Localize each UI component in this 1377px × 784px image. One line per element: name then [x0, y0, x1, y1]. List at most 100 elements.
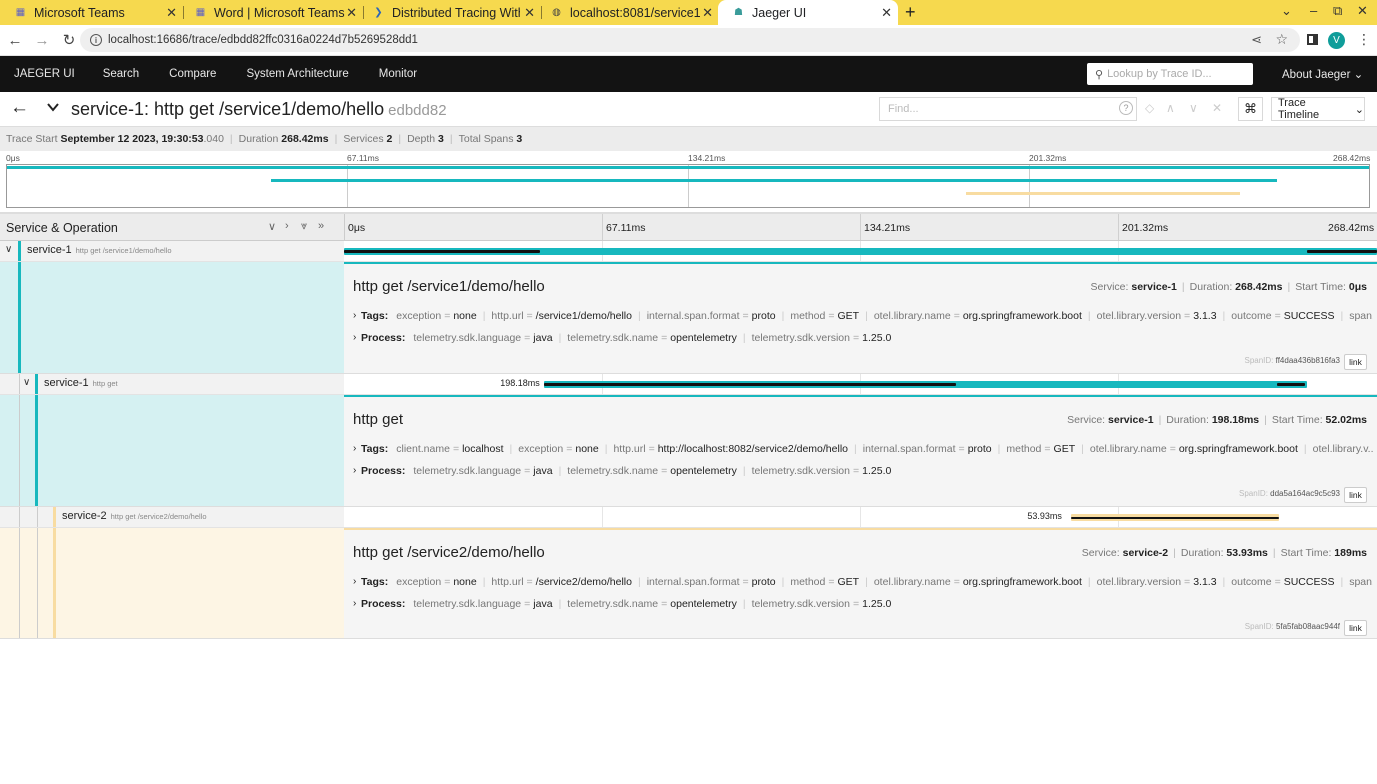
span-row[interactable]: ∨ service-1 http get /service1/demo/hello [0, 241, 1377, 262]
back-arrow-icon[interactable]: ← [3, 32, 27, 49]
side-panel-icon[interactable] [1307, 34, 1318, 45]
trace-id-lookup-input[interactable]: ⚲ Lookup by Trace ID... [1087, 63, 1253, 85]
close-icon[interactable]: ✕ [881, 5, 892, 21]
nav-monitor[interactable]: Monitor [379, 68, 417, 80]
expand-all-icon[interactable]: » [318, 220, 324, 232]
close-icon[interactable]: ✕ [702, 5, 713, 21]
meta-label: Duration: [1189, 281, 1233, 293]
browser-tab-localhost[interactable]: ◍ localhost:8081/service1/d ✕ [536, 0, 719, 25]
link-button[interactable]: link [1344, 354, 1367, 370]
tags-row[interactable]: › Tags: client.name = localhost | exception = no… [353, 443, 1373, 455]
new-tab-icon[interactable]: + [905, 2, 916, 23]
kv-equals: = [742, 576, 749, 588]
chevron-right-icon[interactable]: › [353, 310, 356, 321]
span-name-cell[interactable]: ∨ service-1 http get /service1/demo/hello [0, 241, 344, 261]
kv-equals: = [958, 443, 965, 455]
restore-icon[interactable]: ⧉ [1333, 3, 1342, 19]
info-icon[interactable]: i [90, 34, 102, 46]
chevron-up-icon[interactable]: ∧ [1166, 101, 1175, 115]
span-bar-cell[interactable] [344, 241, 1377, 261]
share-icon[interactable]: ⋖ [1251, 32, 1262, 48]
avatar[interactable]: V [1328, 32, 1345, 49]
forward-arrow-icon[interactable]: → [30, 32, 54, 49]
close-icon[interactable]: ✕ [166, 5, 177, 21]
span-detail-gutter [0, 262, 344, 373]
locate-icon[interactable]: ◇ [1145, 101, 1154, 115]
span-name-cell[interactable]: ∨ service-1 http get [0, 374, 344, 394]
chevron-down-icon[interactable]: ⌄ [1281, 3, 1292, 19]
link-button[interactable]: link [1344, 620, 1367, 636]
kv-equals: = [853, 465, 860, 477]
clear-icon[interactable]: ✕ [1212, 101, 1222, 115]
back-arrow-icon[interactable]: ← [10, 97, 29, 119]
kv-section-label: Tags: [361, 310, 389, 322]
star-icon[interactable]: ☆ [1275, 31, 1288, 48]
collapse-all-icon[interactable]: ⩔ [301, 220, 307, 233]
address-bar: ← → ↻ i localhost:16686/trace/edbdd82ffc… [0, 25, 1377, 56]
span-row[interactable]: ∨ service-1 http get 198.18ms [0, 374, 1377, 395]
trace-total-spans: Total Spans 3 [459, 133, 523, 145]
process-row[interactable]: › Process: telemetry.sdk.language = java | tel… [353, 332, 1373, 344]
kv-equals: = [853, 332, 860, 344]
tags-row[interactable]: › Tags: exception = none | http.url =/service1/… [353, 310, 1373, 322]
trace-title: service-1: http get /service1/demo/hello… [71, 99, 447, 120]
nav-compare[interactable]: Compare [169, 68, 216, 80]
column-divider[interactable] [344, 214, 345, 240]
span-self-time-line [544, 383, 957, 386]
close-icon[interactable]: ✕ [346, 5, 357, 21]
minimap-viewport[interactable] [6, 164, 1370, 208]
span-bar-cell[interactable]: 53.93ms [344, 507, 1377, 527]
about-jaeger-menu[interactable]: About Jaeger ⌄ [1282, 67, 1363, 81]
span-detail-meta: Service: service-1 | Duration: 198.18ms | St… [1067, 414, 1367, 426]
meta-value: 198.18ms [1211, 414, 1260, 426]
help-icon[interactable]: ? [1119, 101, 1133, 115]
brand-link[interactable]: JAEGER UI [14, 68, 75, 80]
browser-tab-distributed-tracing[interactable]: ❯ Distributed Tracing With ✕ [358, 0, 542, 25]
kv-value: org.springframework.boot [962, 576, 1082, 588]
meta-value: 2 [386, 133, 393, 145]
minimap-span-bar [966, 192, 1240, 195]
meta-label: Start Time: [1280, 547, 1332, 559]
view-mode-select[interactable]: Trace Timeline ⌄ [1271, 97, 1365, 121]
tab-label: localhost:8081/service1/d [570, 5, 700, 20]
chevron-down-icon[interactable]: ∨ [5, 244, 12, 255]
link-button[interactable]: link [1344, 487, 1367, 503]
url-field[interactable]: i localhost:16686/trace/edbdd82ffc0316a0… [80, 28, 1300, 52]
browser-tab-jaeger-ui[interactable]: ☗ Jaeger UI ✕ [718, 0, 898, 25]
trace-minimap[interactable]: 0μs 67.11ms 134.21ms 201.32ms 268.42ms [0, 151, 1377, 213]
chevron-right-icon[interactable]: › [353, 332, 356, 343]
timeline-tick: 67.11ms [606, 222, 646, 234]
divider: | [865, 576, 868, 588]
chevron-right-icon[interactable]: › [353, 465, 356, 476]
span-name-cell[interactable]: service-2 http get /service2/demo/hello [0, 507, 344, 527]
span-detail-content: http get Service: service-1 | Duration: 19… [344, 395, 1377, 506]
keyboard-shortcuts-button[interactable]: ⌘ [1238, 97, 1263, 121]
process-row[interactable]: › Process: telemetry.sdk.language = java | tel… [353, 465, 1373, 477]
process-row[interactable]: › Process: telemetry.sdk.language = java | tel… [353, 598, 1373, 610]
collapse-one-icon[interactable]: ∨ [268, 220, 276, 233]
tags-row[interactable]: › Tags: exception = none | http.url =/service2/… [353, 576, 1373, 588]
browser-tab-word[interactable]: ▦ Word | Microsoft Teams ✕ [180, 0, 364, 25]
divider: | [865, 310, 868, 322]
close-icon[interactable]: ✕ [524, 5, 535, 21]
kv-key: outcome [1231, 576, 1272, 588]
span-row[interactable]: service-2 http get /service2/demo/hello 5… [0, 507, 1377, 528]
chevron-down-icon[interactable] [47, 101, 59, 113]
minimize-icon[interactable]: – [1310, 3, 1317, 18]
close-window-icon[interactable]: ✕ [1357, 3, 1368, 19]
chevron-right-icon[interactable]: › [353, 576, 356, 587]
kebab-menu-icon[interactable]: ⋮ [1357, 31, 1371, 48]
reload-icon[interactable]: ↻ [57, 31, 81, 49]
chevron-right-icon[interactable]: › [353, 443, 356, 454]
chevron-down-icon[interactable]: ∨ [1189, 101, 1198, 115]
nav-system-architecture[interactable]: System Architecture [246, 68, 348, 80]
chevron-down-icon[interactable]: ∨ [23, 377, 30, 388]
find-input[interactable]: Find... ? [879, 97, 1137, 121]
divider: | [1303, 443, 1307, 455]
nav-search[interactable]: Search [103, 68, 139, 80]
minimap-gridline [688, 165, 689, 207]
browser-tab-microsoft-teams[interactable]: ▦ Microsoft Teams ✕ [0, 0, 184, 25]
chevron-right-icon[interactable]: › [353, 598, 356, 609]
span-bar-cell[interactable]: 198.18ms [344, 374, 1377, 394]
expand-one-icon[interactable]: › [285, 220, 289, 232]
